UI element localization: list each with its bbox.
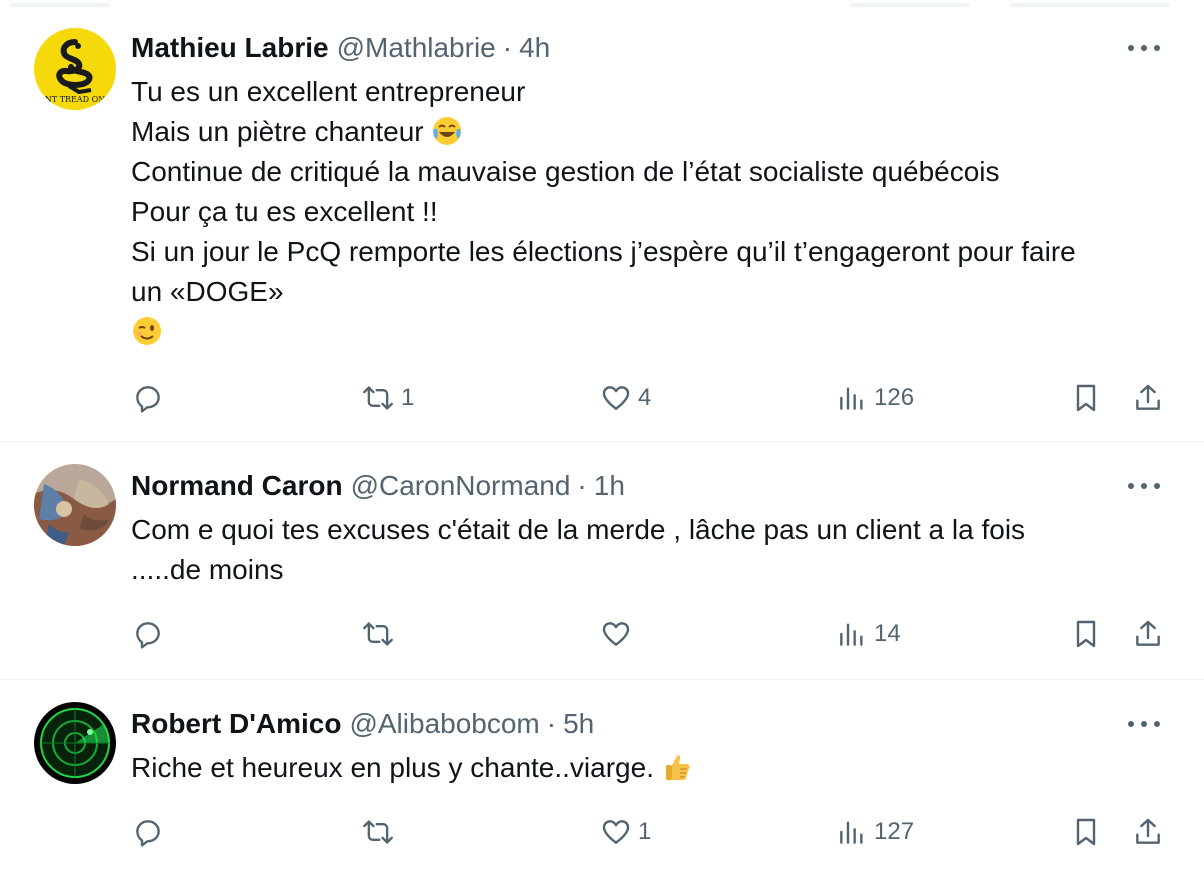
views-count: 14 — [874, 620, 901, 647]
views-icon — [840, 623, 863, 646]
timestamp[interactable]: 5h — [563, 708, 594, 740]
like-button[interactable]: 4 — [600, 378, 651, 418]
views-button[interactable]: 127 — [836, 812, 914, 852]
repost-icon — [363, 386, 393, 410]
share-icon — [1136, 818, 1160, 844]
tweet-actions: 1 4 126 — [0, 378, 1204, 418]
tweet-text-line: Tu es un excellent entrepreneur — [131, 76, 526, 107]
reply-tweet[interactable]: NT TREAD ON Mathieu Labrie @Mathlabrie ·… — [0, 10, 1204, 442]
share-icon — [1136, 384, 1160, 410]
views-icon — [840, 387, 863, 410]
views-icon — [840, 821, 863, 844]
more-options-button[interactable] — [1124, 36, 1164, 60]
reply-icon — [136, 622, 160, 649]
tweet-text-line: Com e quoi tes excuses c'était de la mer… — [131, 514, 1026, 545]
like-count: 1 — [638, 818, 652, 845]
author-handle[interactable]: @CaronNormand — [351, 470, 571, 502]
tweet-text: Tu es un excellent entrepreneur Mais un … — [131, 72, 1076, 352]
tweet-text-line: .....de moins — [131, 554, 284, 585]
tweet-text-line: un «DOGE» — [131, 276, 284, 307]
more-icon — [1128, 483, 1160, 489]
tweet-actions: 14 — [0, 614, 1204, 654]
repost-button[interactable]: 1 — [361, 378, 414, 418]
reply-icon — [136, 386, 160, 413]
avatar[interactable] — [34, 702, 116, 784]
more-icon — [1128, 45, 1160, 51]
tears-of-joy-emoji — [431, 115, 463, 147]
avatar-logo-text: NT TREAD ON — [45, 95, 105, 104]
tweet-text-line-with-emoji: Riche et heureux en plus y chante..viarg… — [131, 748, 694, 788]
views-count: 126 — [874, 384, 915, 411]
share-button[interactable] — [1132, 812, 1164, 852]
author-handle[interactable]: @Alibabobcom — [349, 708, 539, 740]
thumbs-up-emoji — [662, 751, 694, 783]
like-icon — [602, 622, 630, 646]
winking-face-emoji — [131, 315, 163, 347]
repost-icon — [363, 622, 393, 646]
header-separator: · — [577, 470, 587, 501]
reply-button[interactable] — [132, 812, 164, 852]
author-name[interactable]: Mathieu Labrie — [131, 32, 329, 64]
repost-count: 1 — [401, 384, 415, 411]
bookmark-icon — [1076, 384, 1096, 412]
share-button[interactable] — [1132, 614, 1164, 654]
bookmark-icon — [1076, 818, 1096, 846]
avatar[interactable] — [34, 464, 116, 546]
like-button[interactable]: 1 — [600, 812, 651, 852]
header-separator: · — [546, 708, 557, 739]
more-options-button[interactable] — [1124, 474, 1164, 498]
tweet-header: Normand Caron @CaronNormand · 1h — [131, 470, 625, 502]
tweet-text: Riche et heureux en plus y chante..viarg… — [131, 748, 694, 788]
tweet-header: Robert D'Amico @Alibabobcom · 5h — [131, 708, 594, 740]
tweet-text-line: Mais un piètre chanteur — [131, 116, 424, 147]
author-handle[interactable]: @Mathlabrie — [337, 32, 496, 64]
avatar[interactable]: NT TREAD ON — [34, 28, 116, 110]
timestamp[interactable]: 4h — [519, 32, 550, 64]
reply-button[interactable] — [132, 378, 164, 418]
tweet-text-line — [131, 312, 1076, 352]
tweet-actions: 1 127 — [0, 812, 1204, 852]
views-button[interactable]: 126 — [836, 378, 914, 418]
views-count: 127 — [874, 818, 915, 845]
bookmark-button[interactable] — [1070, 378, 1102, 418]
tweet-text-line: Riche et heureux en plus y chante..viarg… — [131, 752, 654, 783]
share-button[interactable] — [1132, 378, 1164, 418]
bookmark-icon — [1076, 620, 1096, 648]
more-icon — [1128, 721, 1160, 727]
share-icon — [1136, 620, 1160, 646]
author-name[interactable]: Robert D'Amico — [131, 708, 341, 740]
author-name[interactable]: Normand Caron — [131, 470, 343, 502]
tweet-text-line: Si un jour le PcQ remporte les élections… — [131, 236, 1076, 267]
like-button[interactable] — [600, 614, 638, 654]
views-button[interactable]: 14 — [836, 614, 901, 654]
top-divider — [0, 0, 1204, 10]
tweet-text: Com e quoi tes excuses c'était de la mer… — [131, 510, 1025, 590]
like-icon — [602, 820, 630, 844]
like-icon — [602, 386, 630, 410]
tweet-text-line-with-emoji: Mais un piètre chanteur — [131, 112, 1076, 152]
more-options-button[interactable] — [1124, 712, 1164, 736]
reply-icon — [136, 820, 160, 847]
bookmark-button[interactable] — [1070, 812, 1102, 852]
reply-button[interactable] — [132, 614, 164, 654]
tweet-text-line: Continue de critiqué la mauvaise gestion… — [131, 156, 1000, 187]
repost-button[interactable] — [361, 614, 401, 654]
bookmark-button[interactable] — [1070, 614, 1102, 654]
repost-button[interactable] — [361, 812, 401, 852]
header-separator: · — [502, 32, 513, 63]
reply-tweet[interactable]: Robert D'Amico @Alibabobcom · 5h Riche e… — [0, 680, 1204, 870]
repost-icon — [363, 820, 393, 844]
like-count: 4 — [638, 384, 652, 411]
timestamp[interactable]: 1h — [594, 470, 625, 502]
tweet-header: Mathieu Labrie @Mathlabrie · 4h — [131, 32, 550, 64]
reply-tweet[interactable]: Normand Caron @CaronNormand · 1h Com e q… — [0, 442, 1204, 680]
tweet-text-line: Pour ça tu es excellent !! — [131, 196, 438, 227]
